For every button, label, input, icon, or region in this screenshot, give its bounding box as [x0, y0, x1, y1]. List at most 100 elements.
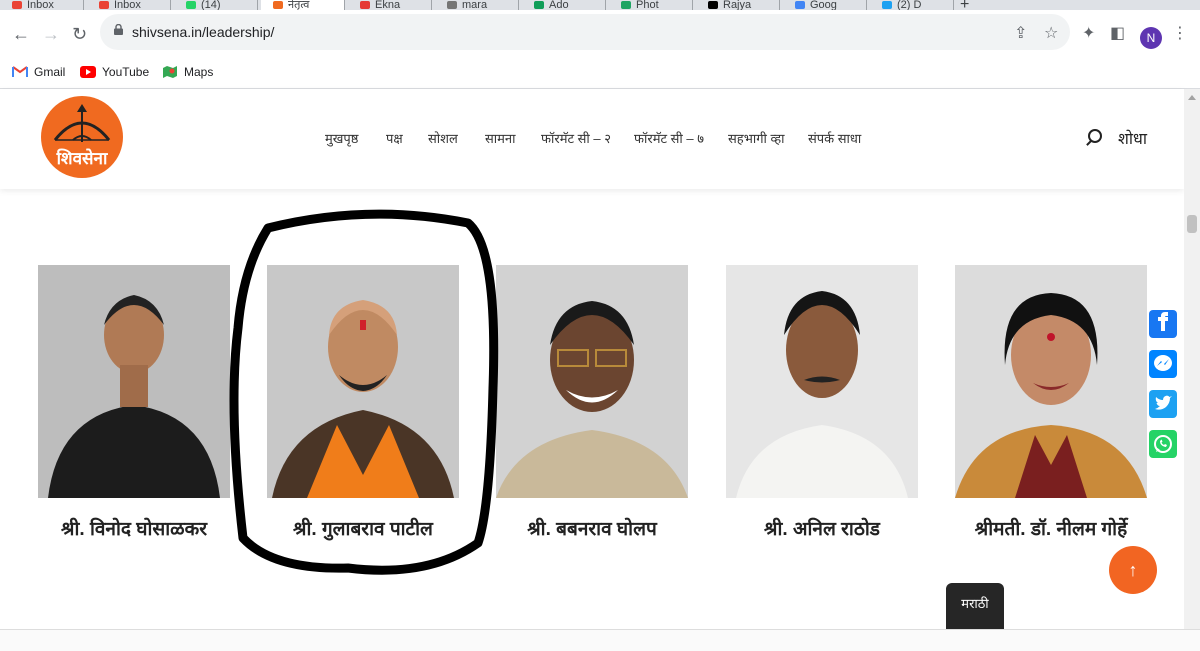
leader-photo: [496, 265, 688, 498]
tab-title: Inbox: [114, 0, 141, 10]
messenger-share-button[interactable]: [1149, 350, 1177, 378]
back-button[interactable]: ←: [12, 24, 30, 44]
browser-tab[interactable]: Rajya: [696, 0, 780, 10]
tab-favicon-icon: [534, 1, 544, 10]
language-button[interactable]: मराठी: [946, 583, 1004, 629]
nav-format-c7[interactable]: फॉरमॅट सी – ७: [634, 129, 704, 147]
bookmark-label: Maps: [184, 65, 214, 79]
facebook-share-button[interactable]: [1149, 310, 1177, 338]
tab-favicon-icon: [12, 1, 22, 10]
browser-tab[interactable]: (14): [174, 0, 258, 10]
tab-title: Inbox: [27, 0, 54, 10]
tab-separator: [953, 0, 954, 10]
nav-party[interactable]: पक्ष: [386, 129, 403, 147]
url-text: shivsena.in/leadership/: [132, 24, 275, 40]
whatsapp-icon: [1149, 430, 1177, 458]
search-label: शोधा: [1118, 131, 1148, 148]
browser-tab[interactable]: (2) D: [870, 0, 954, 10]
page-bottom-strip: [0, 629, 1200, 651]
lock-icon: [114, 24, 123, 35]
browser-tab[interactable]: Ado: [522, 0, 606, 10]
browser-tab[interactable]: Inbox: [87, 0, 171, 10]
leader-card[interactable]: श्रीमती. डॉ. नीलम गोर्हे: [955, 265, 1147, 540]
side-panel-icon[interactable]: ◧: [1110, 23, 1125, 43]
leader-name: श्री. गुलाबराव पाटील: [293, 519, 433, 540]
twitter-icon: [1149, 390, 1177, 418]
tab-title: (14): [201, 0, 221, 10]
tab-title: Ekna: [375, 0, 401, 10]
tab-favicon-icon: [795, 1, 805, 10]
youtube-icon: [80, 66, 96, 78]
gmail-icon: [12, 66, 28, 78]
bookmark-youtube[interactable]: YouTube: [80, 64, 149, 80]
bookmark-gmail[interactable]: Gmail: [12, 64, 65, 80]
page-scrollbar[interactable]: [1184, 89, 1200, 629]
leader-card[interactable]: श्री. गुलाबराव पाटील: [267, 265, 459, 540]
reload-button[interactable]: ↻: [72, 24, 87, 44]
tab-favicon-icon: [273, 1, 283, 10]
tab-title: mara: [462, 0, 488, 10]
browser-tab[interactable]: Phot: [609, 0, 693, 10]
scroll-to-top-button[interactable]: ↑: [1109, 546, 1157, 594]
bookmarks-bar: Gmail YouTube Maps: [0, 58, 1200, 89]
leader-card[interactable]: श्री. अनिल राठोड: [726, 265, 918, 540]
leader-name: श्री. विनोद घोसाळकर: [61, 519, 207, 540]
tab-favicon-icon: [99, 1, 109, 10]
nav-participate[interactable]: सहभागी व्हा: [728, 129, 785, 147]
tab-favicon-icon: [360, 1, 370, 10]
forward-button[interactable]: →: [42, 24, 60, 44]
tab-separator: [866, 0, 867, 10]
tab-separator: [518, 0, 519, 10]
site-header: शिवसेना मुखपृष्ठ पक्ष सोशल सामना फॉरमॅट …: [0, 89, 1184, 189]
nav-social[interactable]: सोशल: [428, 129, 458, 147]
leader-name: श्री. बबनराव घोलप: [527, 519, 657, 540]
extensions-icon[interactable]: ✦: [1082, 23, 1095, 43]
tab-separator: [83, 0, 84, 10]
tab-title: नेतृत्व: [288, 0, 310, 10]
bookmark-maps[interactable]: Maps: [162, 64, 213, 80]
tab-strip: Inbox Inbox (14) नेतृत्व Ekna mara Ado Phot Rajy…: [0, 0, 1200, 10]
browser-tab[interactable]: mara: [435, 0, 519, 10]
bookmark-label: YouTube: [102, 65, 150, 79]
bookmark-star-icon[interactable]: ☆: [1044, 23, 1058, 43]
leader-photo: [267, 265, 459, 498]
scroll-thumb[interactable]: [1187, 215, 1197, 233]
tab-separator: [170, 0, 171, 10]
tab-favicon-icon: [447, 1, 457, 10]
tab-title: Goog: [810, 0, 837, 10]
tab-favicon-icon: [882, 1, 892, 10]
facebook-icon: [1149, 310, 1177, 338]
browser-tab[interactable]: Inbox: [0, 0, 84, 10]
leader-card[interactable]: श्री. विनोद घोसाळकर: [38, 265, 230, 540]
whatsapp-share-button[interactable]: [1149, 430, 1177, 458]
menu-icon[interactable]: ⋮: [1172, 23, 1188, 43]
share-page-icon[interactable]: ⇪: [1014, 23, 1027, 43]
nav-format-c2[interactable]: फॉरमॅट सी – २: [541, 129, 611, 147]
nav-contact[interactable]: संपर्क साधा: [808, 129, 861, 147]
shivsena-logo[interactable]: शिवसेना: [41, 96, 123, 178]
browser-tab[interactable]: नेतृत्व: [261, 0, 345, 10]
new-tab-button[interactable]: +: [960, 0, 969, 10]
leader-photo: [955, 265, 1147, 498]
logo-text: शिवसेना: [56, 149, 108, 168]
tab-favicon-icon: [186, 1, 196, 10]
search-icon: [1088, 129, 1102, 143]
scroll-up-arrow-icon[interactable]: [1188, 95, 1196, 100]
tab-title: (2) D: [897, 0, 922, 10]
leader-card[interactable]: श्री. बबनराव घोलप: [496, 265, 688, 540]
tab-separator: [257, 0, 258, 10]
browser-tab[interactable]: Goog: [783, 0, 867, 10]
tab-title: Phot: [636, 0, 659, 10]
tab-separator: [344, 0, 345, 10]
address-bar[interactable]: shivsena.in/leadership/ ⇪ ☆: [100, 14, 1070, 50]
profile-avatar[interactable]: N: [1140, 27, 1162, 49]
arrow-up-icon: ↑: [1128, 560, 1138, 580]
nav-home[interactable]: मुखपृष्ठ: [325, 129, 358, 147]
browser-tab[interactable]: Ekna: [348, 0, 432, 10]
tab-separator: [431, 0, 432, 10]
nav-saamana[interactable]: सामना: [485, 129, 516, 147]
tab-separator: [779, 0, 780, 10]
browser-toolbar: ← → ↻ shivsena.in/leadership/ ⇪ ☆ ✦ ◧ N …: [0, 10, 1200, 58]
tab-separator: [692, 0, 693, 10]
twitter-share-button[interactable]: [1149, 390, 1177, 418]
